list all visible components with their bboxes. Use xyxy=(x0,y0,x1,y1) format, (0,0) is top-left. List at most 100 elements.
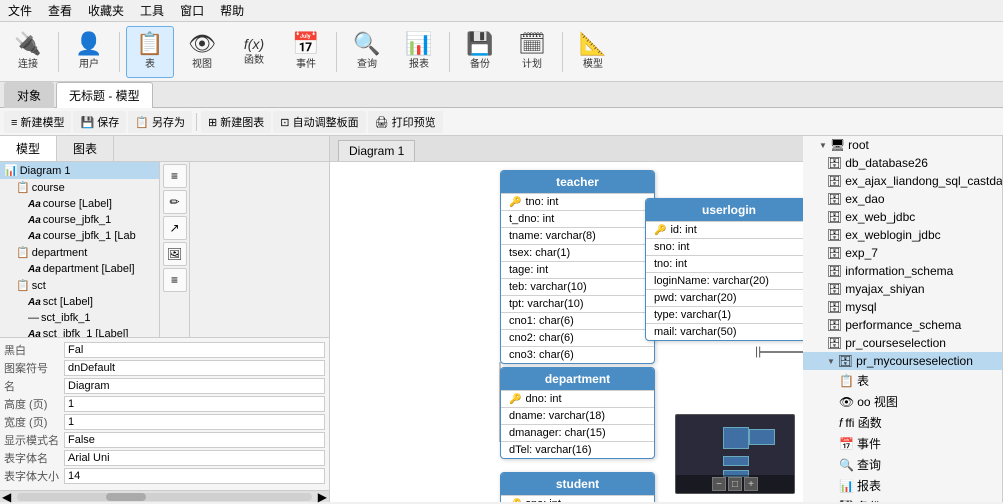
sidebar-db26[interactable]: 🗄 db_database26 xyxy=(803,154,1002,172)
event-button[interactable]: 📅 事件 xyxy=(282,26,330,78)
sidebar-myajax[interactable]: 🗄 myajax_shiyan xyxy=(803,280,1002,298)
sidebar-webloginjdbc[interactable]: 🗄 ex_weblogin_jdbc xyxy=(803,226,1002,244)
sidebar-prcs[interactable]: 🗄 pr_courseselection xyxy=(803,334,1002,352)
tree-node-course-jbfk1-label[interactable]: Aa course_jbfk_1 [Lab xyxy=(0,228,159,244)
rtoolbar-btn-4[interactable]: 🖼 xyxy=(163,242,187,266)
table-userlogin-header[interactable]: userlogin xyxy=(646,199,803,221)
sidebar-queries[interactable]: 🔍 查询 xyxy=(803,454,1002,475)
menu-window[interactable]: 窗口 xyxy=(176,0,208,21)
sidebar-views[interactable]: 👁 oo 视图 xyxy=(803,391,1002,412)
minimap-zoom-in[interactable]: + xyxy=(744,477,758,491)
new-model-button[interactable]: ≡ ≡ 新建模型新建模型 xyxy=(4,111,71,133)
sidebar-webjdbc[interactable]: 🗄 ex_web_jdbc xyxy=(803,208,1002,226)
table-teacher-header[interactable]: teacher xyxy=(501,171,654,193)
model-button[interactable]: 📐 模型 xyxy=(569,26,617,78)
dao-icon: 🗄 xyxy=(827,192,842,206)
dao-label: ex_dao xyxy=(845,192,884,206)
tab-diagram-tree[interactable]: 图表 xyxy=(57,136,114,161)
tab-model-tree[interactable]: 模型 xyxy=(0,136,57,161)
prop-value-width[interactable] xyxy=(64,414,325,430)
save-button[interactable]: 💾 保存 xyxy=(73,111,126,133)
prop-label-height: 高度 (页) xyxy=(4,396,64,412)
scroll-right-arrow[interactable]: ▶ xyxy=(316,490,329,504)
prop-value-bw[interactable] xyxy=(64,342,325,358)
auto-layout-button[interactable]: ⊡ 自动调整板面 xyxy=(273,111,365,133)
teacher-field-cno2: cno2: char(6) xyxy=(501,329,654,346)
report-button[interactable]: 📊 报表 xyxy=(395,26,443,78)
tree-node-dept-label[interactable]: Aa department [Label] xyxy=(0,261,159,277)
tree-node-course[interactable]: 📋 course xyxy=(0,179,159,196)
tree-node-diagram1[interactable]: 📊 Diagram 1 xyxy=(0,162,159,179)
diagram-tab[interactable]: Diagram 1 xyxy=(338,140,415,161)
rtoolbar-btn-1[interactable]: ≡ xyxy=(163,164,187,188)
func-button[interactable]: f(x) 函数 xyxy=(230,26,278,78)
tree-node-sct-ibfk1[interactable]: — sct_ibfk_1 xyxy=(0,310,159,326)
sidebar-prmycs[interactable]: ▼ 🗄 pr_mycourseselection xyxy=(803,352,1002,370)
print-preview-button[interactable]: 🖨 打印预览 xyxy=(368,111,443,133)
tab-objects[interactable]: 对象 xyxy=(4,82,54,108)
prop-value-height[interactable] xyxy=(64,396,325,412)
perfschema-icon: 🗄 xyxy=(827,318,842,332)
tree-node-department[interactable]: 📋 department xyxy=(0,244,159,261)
view-button[interactable]: 👁 视图 xyxy=(178,26,226,78)
db26-label: db_database26 xyxy=(845,156,928,170)
schedule-button[interactable]: 🗓 计划 xyxy=(508,26,556,78)
userlogin-type: type: varchar(1) xyxy=(654,309,731,321)
sidebar-reports[interactable]: 📊 报表 xyxy=(803,475,1002,496)
table-department-header[interactable]: department xyxy=(501,368,654,390)
sidebar-events[interactable]: 📅 事件 xyxy=(803,433,1002,454)
tree-node-sct-ibfk1-label[interactable]: Aa sct_ibfk_1 [Label] xyxy=(0,326,159,337)
views-icon: 👁 xyxy=(839,395,854,409)
toolbar-sep-1 xyxy=(58,32,59,72)
course-jbfk1-label: course_jbfk_1 xyxy=(43,214,112,226)
backup-button[interactable]: 💾 备份 xyxy=(456,26,504,78)
teacher-tage: tage: int xyxy=(509,264,548,276)
new-diagram-button[interactable]: ⊞ 新建图表 xyxy=(201,111,271,133)
sidebar-mysql[interactable]: 🗄 mysql xyxy=(803,298,1002,316)
prop-value-symbol[interactable] xyxy=(64,360,325,376)
scroll-left-arrow[interactable]: ◀ xyxy=(0,490,13,504)
prop-value-font[interactable] xyxy=(64,450,325,466)
sidebar-backups[interactable]: 💾 备份 xyxy=(803,496,1002,502)
tab-model[interactable]: 无标题 - 模型 xyxy=(56,82,153,108)
menu-view[interactable]: 查看 xyxy=(44,0,76,21)
sidebar-tables[interactable]: 📋 表 xyxy=(803,370,1002,391)
prop-value-name[interactable] xyxy=(64,378,325,394)
minimap-reset[interactable]: □ xyxy=(728,477,742,491)
table-button[interactable]: 📋 表 xyxy=(126,26,174,78)
rtoolbar-btn-5[interactable]: ≡ xyxy=(163,268,187,292)
menu-bar: 文件 查看 收藏夹 工具 窗口 帮助 xyxy=(0,0,1003,22)
scroll-thumb xyxy=(106,493,146,501)
sidebar-dao[interactable]: 🗄 ex_dao xyxy=(803,190,1002,208)
left-panel-hscroll[interactable]: ◀ ▶ xyxy=(0,490,329,502)
connect-button[interactable]: 🔌 连接 xyxy=(4,26,52,78)
save-as-button[interactable]: 📋 另存为 xyxy=(128,111,192,133)
prop-value-fontsize[interactable] xyxy=(64,468,325,484)
sidebar-perfschema[interactable]: 🗄 performance_schema xyxy=(803,316,1002,334)
sidebar-infoschema[interactable]: 🗄 information_schema xyxy=(803,262,1002,280)
rtoolbar-btn-3[interactable]: ↗ xyxy=(163,216,187,240)
menu-tools[interactable]: 工具 xyxy=(136,0,168,21)
query-button[interactable]: 🔍 查询 xyxy=(343,26,391,78)
tree-node-sct-label[interactable]: Aa sct [Label] xyxy=(0,294,159,310)
table-icon: 📋 xyxy=(136,33,163,55)
menu-file[interactable]: 文件 xyxy=(4,0,36,21)
prop-value-display[interactable] xyxy=(64,432,325,448)
table-userlogin: userlogin 🔑 id: int sno: int tno: int lo… xyxy=(645,198,803,341)
sidebar-exp7[interactable]: 🗄 exp_7 xyxy=(803,244,1002,262)
tree-node-course-label[interactable]: Aa course [Label] xyxy=(0,196,159,212)
rtoolbar-btn-2[interactable]: ✏ xyxy=(163,190,187,214)
minimap-zoom-out[interactable]: − xyxy=(712,477,726,491)
prop-label-name: 名 xyxy=(4,378,64,394)
menu-favorites[interactable]: 收藏夹 xyxy=(84,0,128,21)
table-student-header[interactable]: student xyxy=(501,473,654,495)
tree-node-sct[interactable]: 📋 sct xyxy=(0,277,159,294)
user-button[interactable]: 👤 用户 xyxy=(65,26,113,78)
tree-node-course-jbfk1[interactable]: Aa course_jbfk_1 xyxy=(0,212,159,228)
report-label: 报表 xyxy=(409,55,429,70)
sidebar-funcs[interactable]: f ffi 函数 xyxy=(803,412,1002,433)
menu-help[interactable]: 帮助 xyxy=(216,0,248,21)
sidebar-ajax[interactable]: 🗄 ex_ajax_liandong_sql_castday4 xyxy=(803,172,1002,190)
sidebar-root[interactable]: ▼ 🖥 root xyxy=(803,136,1002,154)
func-label: 函数 xyxy=(244,51,264,66)
